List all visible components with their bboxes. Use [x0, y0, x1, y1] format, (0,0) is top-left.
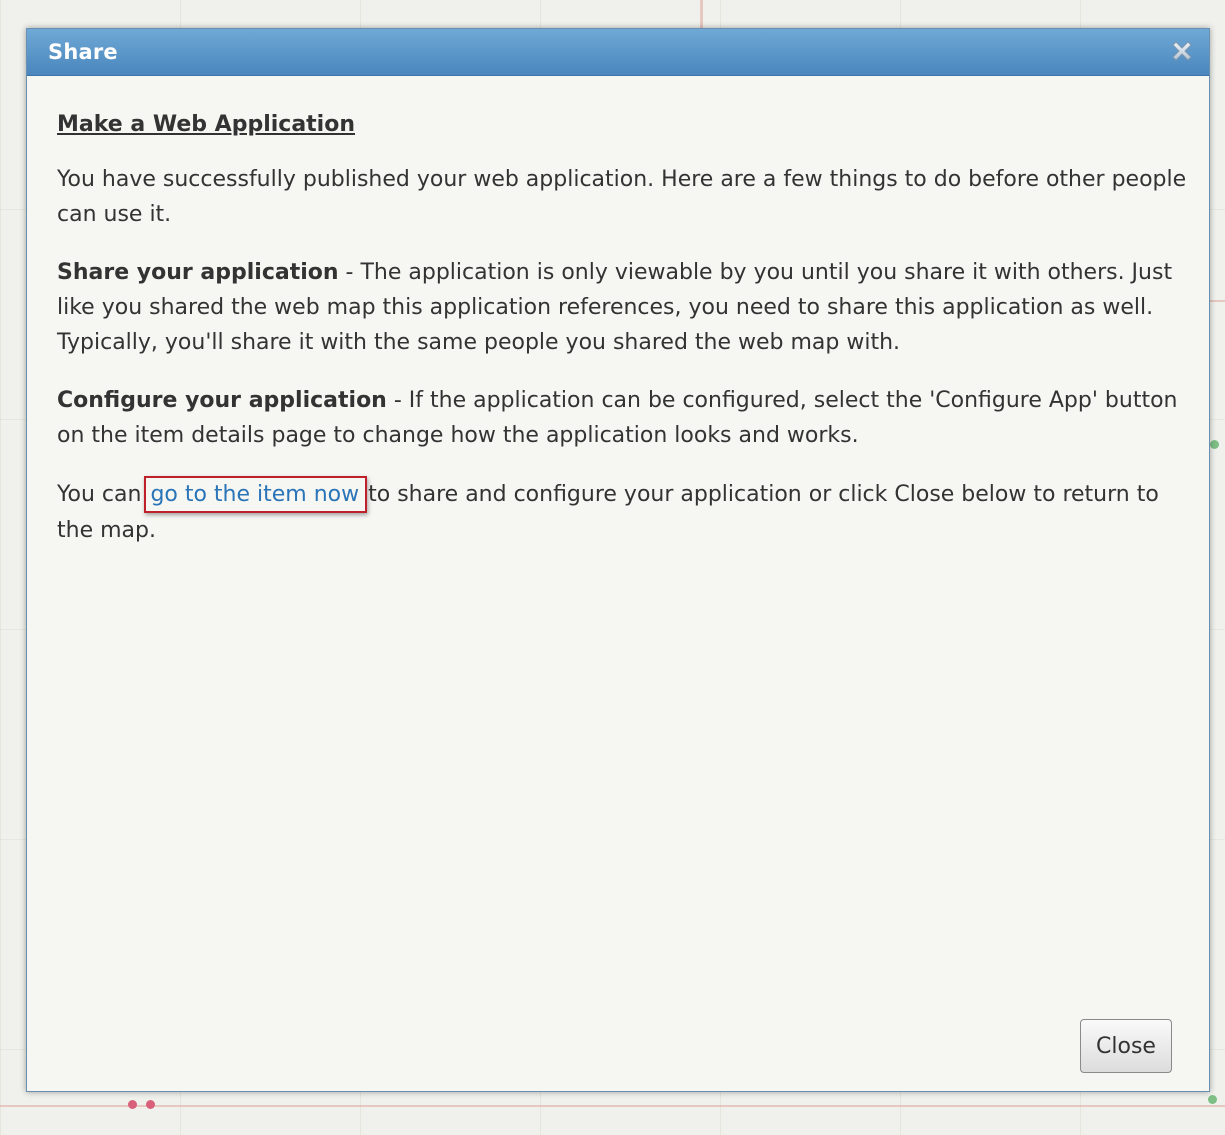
intro-paragraph: You have successfully published your web…: [57, 167, 1187, 227]
map-marker: [128, 1100, 137, 1109]
dialog-titlebar: Share: [27, 29, 1209, 76]
share-label: Share your application: [57, 260, 339, 285]
final-text-before: You can: [57, 482, 149, 507]
dialog-content: Make a Web Application You have successf…: [57, 107, 1187, 571]
link-highlight-box: go to the item now: [144, 476, 368, 513]
section-heading: Make a Web Application: [57, 112, 355, 137]
map-road: [0, 1105, 1225, 1107]
share-dialog: Share Make a Web Application You have su…: [26, 28, 1210, 1092]
close-x-icon[interactable]: [1167, 36, 1197, 66]
close-button[interactable]: Close: [1080, 1019, 1172, 1073]
configure-paragraph: Configure your application - If the appl…: [57, 383, 1187, 453]
map-marker: [146, 1100, 155, 1109]
map-road: [1208, 300, 1225, 302]
go-to-item-link[interactable]: go to the item now: [150, 482, 359, 507]
map-marker: [1210, 440, 1219, 449]
final-paragraph: You can go to the item now to share and …: [57, 476, 1187, 548]
map-marker: [1208, 1095, 1217, 1104]
map-road: [700, 0, 703, 30]
dialog-title: Share: [48, 40, 118, 64]
share-paragraph: Share your application - The application…: [57, 255, 1187, 360]
configure-label: Configure your application: [57, 388, 387, 413]
